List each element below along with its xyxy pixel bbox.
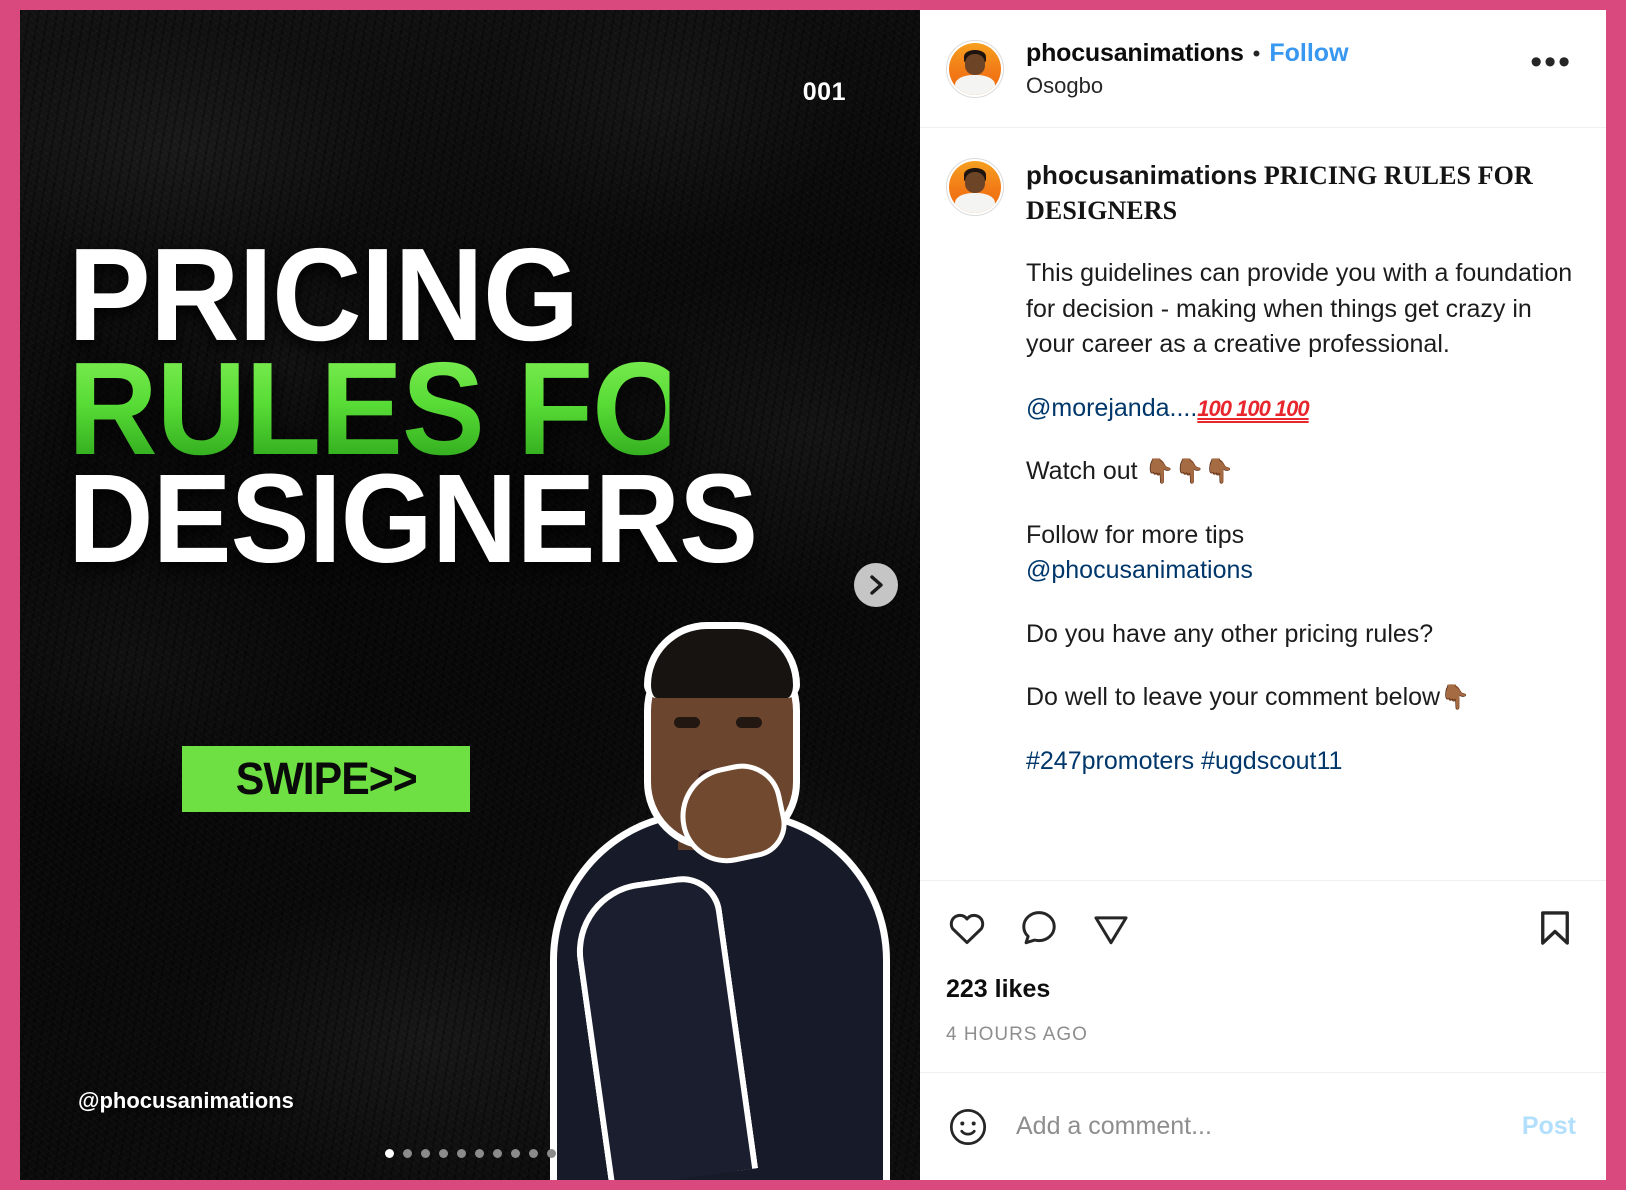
caption-area[interactable]: phocusanimations PRICING RULES FOR DESIG… [920, 128, 1606, 880]
carousel-dots[interactable] [20, 1149, 920, 1158]
comment-bubble-icon[interactable] [1018, 907, 1060, 949]
carousel-dot[interactable] [492, 1149, 502, 1158]
carousel-dot[interactable] [474, 1149, 484, 1158]
share-paper-plane-icon[interactable] [1090, 907, 1132, 949]
user-avatar-icon [949, 42, 1001, 95]
caption-avatar[interactable] [946, 158, 1004, 216]
post-header: phocusanimations • Follow Osogbo ••• [920, 10, 1606, 128]
user-avatar-icon [949, 161, 1001, 213]
chevron-right-icon [867, 574, 885, 596]
post-timestamp: 4 HOURS AGO [946, 1024, 1088, 1045]
follow-button[interactable]: Follow [1269, 39, 1348, 68]
caption-paragraph-comment-prompt: Do well to leave your comment below👇🏾 [1026, 680, 1576, 716]
media-watermark-handle: @phocusanimations [78, 1088, 294, 1113]
carousel-dot[interactable] [438, 1149, 448, 1158]
comment-prompt-text: Do well to leave your comment below [1026, 683, 1441, 712]
mention-phocusanimations-link[interactable]: @phocusanimations [1026, 556, 1253, 584]
post-media-panel[interactable]: 001 PRICING RULES FOR DESIGNERS SWIPE>> … [20, 10, 920, 1180]
hundred-emoji: 100 100 100 [1197, 395, 1309, 421]
caption-paragraph-mention: @morejanda....100 100 100 [1026, 391, 1576, 427]
headline-line-3: DESIGNERS [68, 448, 758, 590]
header-meta: phocusanimations • Follow Osogbo [1026, 39, 1526, 99]
post-actions-block: 223 likes 4 HOURS AGO [920, 880, 1606, 1072]
media-headline: PRICING RULES FOR DESIGNERS [68, 229, 777, 590]
slide-number-label: 001 [802, 78, 846, 106]
carousel-dot[interactable] [528, 1149, 538, 1158]
carousel-next-button[interactable] [854, 563, 898, 607]
point-down-emoji-single: 👇🏾 [1440, 684, 1470, 712]
carousel-dot[interactable] [456, 1149, 466, 1158]
action-icon-row [946, 907, 1576, 949]
follow-tips-text: Follow for more tips [1026, 520, 1245, 549]
post-details-panel: phocusanimations • Follow Osogbo ••• pho… [920, 10, 1606, 1180]
avatar[interactable] [946, 39, 1004, 98]
carousel-dot[interactable] [546, 1149, 556, 1158]
swipe-badge-label: SWIPE>> [235, 753, 417, 804]
caption-paragraph-question: Do you have any other pricing rules? [1026, 619, 1434, 648]
like-count[interactable]: 223 likes [946, 975, 1576, 1004]
heart-icon[interactable] [946, 907, 988, 949]
person-cutout-image [540, 580, 910, 1180]
caption-hashtags[interactable]: #247promoters #ugdscout11 [1026, 744, 1576, 780]
post-location-link[interactable]: Osogbo [1026, 73, 1526, 99]
carousel-dot[interactable] [384, 1149, 394, 1158]
carousel-dot[interactable] [402, 1149, 412, 1158]
mention-morejanda-link[interactable]: @morejanda.... [1026, 394, 1197, 422]
header-username-row: phocusanimations • Follow [1026, 39, 1526, 68]
smiley-face-icon[interactable] [946, 1105, 990, 1149]
post-comment-button[interactable]: Post [1522, 1112, 1576, 1141]
point-down-emoji: 👇🏾👇🏾👇🏾 [1144, 458, 1235, 486]
comment-input[interactable] [1016, 1112, 1496, 1141]
caption-title: phocusanimations PRICING RULES FOR DESIG… [1026, 158, 1576, 228]
instagram-post-window: 001 PRICING RULES FOR DESIGNERS SWIPE>> … [20, 10, 1606, 1180]
caption-username-link[interactable]: phocusanimations [1026, 160, 1257, 190]
caption-body: phocusanimations PRICING RULES FOR DESIG… [1026, 158, 1576, 779]
caption-row: phocusanimations PRICING RULES FOR DESIG… [946, 158, 1576, 779]
caption-paragraph-watch-out: Watch out 👇🏾👇🏾👇🏾 [1026, 454, 1576, 490]
header-separator-dot: • [1252, 40, 1261, 66]
watch-out-text: Watch out [1026, 457, 1138, 486]
bookmark-icon[interactable] [1534, 907, 1576, 949]
more-options-icon[interactable]: ••• [1526, 45, 1576, 82]
carousel-dot[interactable] [420, 1149, 430, 1158]
add-comment-bar: Post [920, 1072, 1606, 1180]
caption-paragraph-follow-tips: Follow for more tips @phocusanimations [1026, 518, 1576, 589]
carousel-dot[interactable] [510, 1149, 520, 1158]
swipe-badge: SWIPE>> [182, 746, 470, 812]
post-username-link[interactable]: phocusanimations [1026, 39, 1244, 68]
caption-paragraph-intro: This guidelines can provide you with a f… [1026, 259, 1573, 359]
